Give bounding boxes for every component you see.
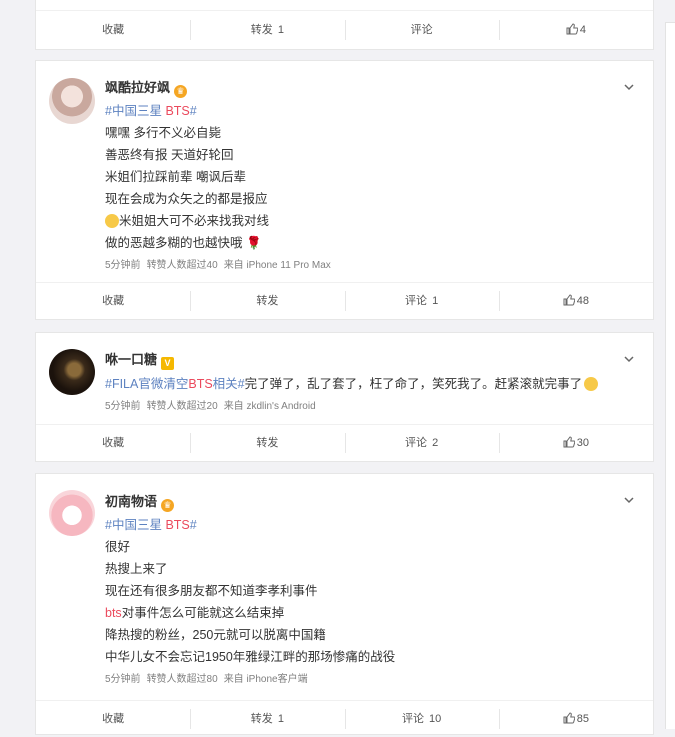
favorite-label: 收藏 xyxy=(102,713,125,725)
username[interactable]: 飒酷拉好飒 ♛ xyxy=(105,77,188,98)
right-sidebar-panel xyxy=(665,22,675,729)
like-count: 85 xyxy=(576,713,589,725)
repost-stat: 转赞人数超过80 xyxy=(146,674,218,685)
post-text-line: 做的恶越多糊的也越快哦 🌹 xyxy=(105,236,262,250)
topic-line[interactable]: #中国三星 BTS# xyxy=(105,514,197,533)
post-text-line: #FILA官微清空BTS相关#完了弹了，乱了套了，枉了命了，笑死我了。赶紧滚就完… xyxy=(105,373,599,392)
repost-count: 1 xyxy=(277,24,284,36)
favorite-button[interactable]: 收藏 xyxy=(36,709,190,729)
topic-link[interactable]: #FILA官微清空BTS相关# xyxy=(105,377,245,391)
repost-button[interactable]: 转发 1 xyxy=(190,709,344,729)
comment-count: 10 xyxy=(429,713,442,725)
rose-emoji-icon: 🌹 xyxy=(246,236,262,250)
thumbs-up-icon xyxy=(563,712,575,724)
comment-button[interactable]: 评论 10 xyxy=(344,709,499,729)
like-count: 30 xyxy=(576,437,589,449)
comment-button[interactable]: 评论 1 xyxy=(344,291,499,311)
post-text-line: 现在还有很多朋友都不知道李孝利事件 xyxy=(105,584,318,598)
comment-label: 评论 xyxy=(405,295,428,307)
post-meta: 5分钟前 转赞人数超过20 来自 zkdlin's Android xyxy=(105,397,316,412)
comment-count: 1 xyxy=(432,295,439,307)
post-card: 初南物语 ♛ #中国三星 BTS# 很好 热搜上来了 现在还有很多朋友都不知道李孝… xyxy=(35,473,654,735)
comment-button[interactable]: 评论 2 xyxy=(344,433,499,453)
repost-count: 1 xyxy=(277,713,284,725)
favorite-label: 收藏 xyxy=(102,24,125,36)
vip-crown-icon: ♛ xyxy=(174,85,188,98)
comment-label: 评论 xyxy=(410,24,433,36)
repost-button[interactable]: 转发 xyxy=(190,291,344,311)
comment-label: 评论 xyxy=(401,713,424,725)
chevron-down-icon[interactable] xyxy=(623,353,635,365)
post-time[interactable]: 5分钟前 xyxy=(105,674,141,685)
username[interactable]: 初南物语 ♛ xyxy=(105,491,175,512)
post-meta: 5分钟前 转赞人数超过40 来自 iPhone 11 Pro Max xyxy=(105,256,331,271)
post-card: 收藏 转发 1 评论 4 xyxy=(35,0,654,50)
like-count: 4 xyxy=(579,24,586,36)
laughing-emoji-icon xyxy=(105,214,119,228)
like-button[interactable]: 48 xyxy=(498,291,653,311)
post-card: 飒酷拉好飒 ♛ #中国三星 BTS# 嘿嘿 多行不义必自毙 善恶终有报 天道好轮回… xyxy=(35,60,654,320)
verified-v-icon: V xyxy=(161,357,175,370)
repost-button[interactable]: 转发 1 xyxy=(190,20,344,40)
repost-label: 转发 xyxy=(256,437,279,449)
post-text-line: 现在会成为众矢之的都是报应 xyxy=(105,192,268,206)
comment-count: 2 xyxy=(432,437,439,449)
post-text-line: 米姐姐大可不必来找我对线 xyxy=(105,210,269,229)
favorite-label: 收藏 xyxy=(102,437,125,449)
post-text-line: 降热搜的粉丝，250元就可以脱离中国籍 xyxy=(105,628,326,642)
post-actions: 收藏 转发 评论 2 30 xyxy=(36,424,653,461)
avatar[interactable] xyxy=(49,349,95,395)
repost-label: 转发 xyxy=(250,24,273,36)
favorite-button[interactable]: 收藏 xyxy=(36,291,190,311)
post-actions: 收藏 转发 1 评论 10 85 xyxy=(36,700,653,737)
post-text-line: 很好 xyxy=(105,540,131,554)
post-text-line: 善恶终有报 天道好轮回 xyxy=(105,148,234,162)
topic-line[interactable]: #中国三星 BTS# xyxy=(105,100,197,119)
post-source: 来自 zkdlin's Android xyxy=(223,401,316,412)
post-actions: 收藏 转发 评论 1 48 xyxy=(36,282,653,319)
post-text-line: bts对事件怎么可能就这么结束掉 xyxy=(105,606,285,620)
chevron-down-icon[interactable] xyxy=(623,81,635,93)
favorite-button[interactable]: 收藏 xyxy=(36,433,190,453)
post-text-line: 热搜上来了 xyxy=(105,562,168,576)
post-text-line: 米姐们拉踩前辈 嘲讽后辈 xyxy=(105,170,246,184)
vip-crown-icon: ♛ xyxy=(161,499,175,512)
post-time[interactable]: 5分钟前 xyxy=(105,401,141,412)
post-time[interactable]: 5分钟前 xyxy=(105,260,141,271)
thumbs-up-icon xyxy=(566,23,578,35)
favorite-label: 收藏 xyxy=(102,295,125,307)
favorite-button[interactable]: 收藏 xyxy=(36,20,190,40)
crying-emoji-icon xyxy=(584,377,599,391)
post-text-line: 嘿嘿 多行不义必自毙 xyxy=(105,126,221,140)
like-button[interactable]: 4 xyxy=(498,20,653,40)
post-meta: 5分钟前 转赞人数超过80 来自 iPhone客户端 xyxy=(105,670,308,685)
like-button[interactable]: 30 xyxy=(498,433,653,453)
comment-label: 评论 xyxy=(405,437,428,449)
repost-stat: 转赞人数超过20 xyxy=(146,401,218,412)
thumbs-up-icon xyxy=(563,294,575,306)
repost-button[interactable]: 转发 xyxy=(190,433,344,453)
like-count: 48 xyxy=(576,295,589,307)
comment-button[interactable]: 评论 xyxy=(344,20,499,40)
post-actions: 收藏 转发 1 评论 4 xyxy=(36,10,653,49)
repost-label: 转发 xyxy=(256,295,279,307)
repost-label: 转发 xyxy=(250,713,273,725)
thumbs-up-icon xyxy=(563,436,575,448)
avatar[interactable] xyxy=(49,78,95,124)
post-card: 咻一口糖 V #FILA官微清空BTS相关#完了弹了，乱了套了，枉了命了，笑死我了… xyxy=(35,332,654,462)
avatar[interactable] xyxy=(49,490,95,536)
post-source: 来自 iPhone客户端 xyxy=(223,674,308,685)
username[interactable]: 咻一口糖 V xyxy=(105,349,175,370)
like-button[interactable]: 85 xyxy=(498,709,653,729)
post-source: 来自 iPhone 11 Pro Max xyxy=(223,260,331,271)
chevron-down-icon[interactable] xyxy=(623,494,635,506)
repost-stat: 转赞人数超过40 xyxy=(146,260,218,271)
post-text-line: 中华儿女不会忘记1950年雅绿江畔的那场惨痛的战役 xyxy=(105,650,396,664)
